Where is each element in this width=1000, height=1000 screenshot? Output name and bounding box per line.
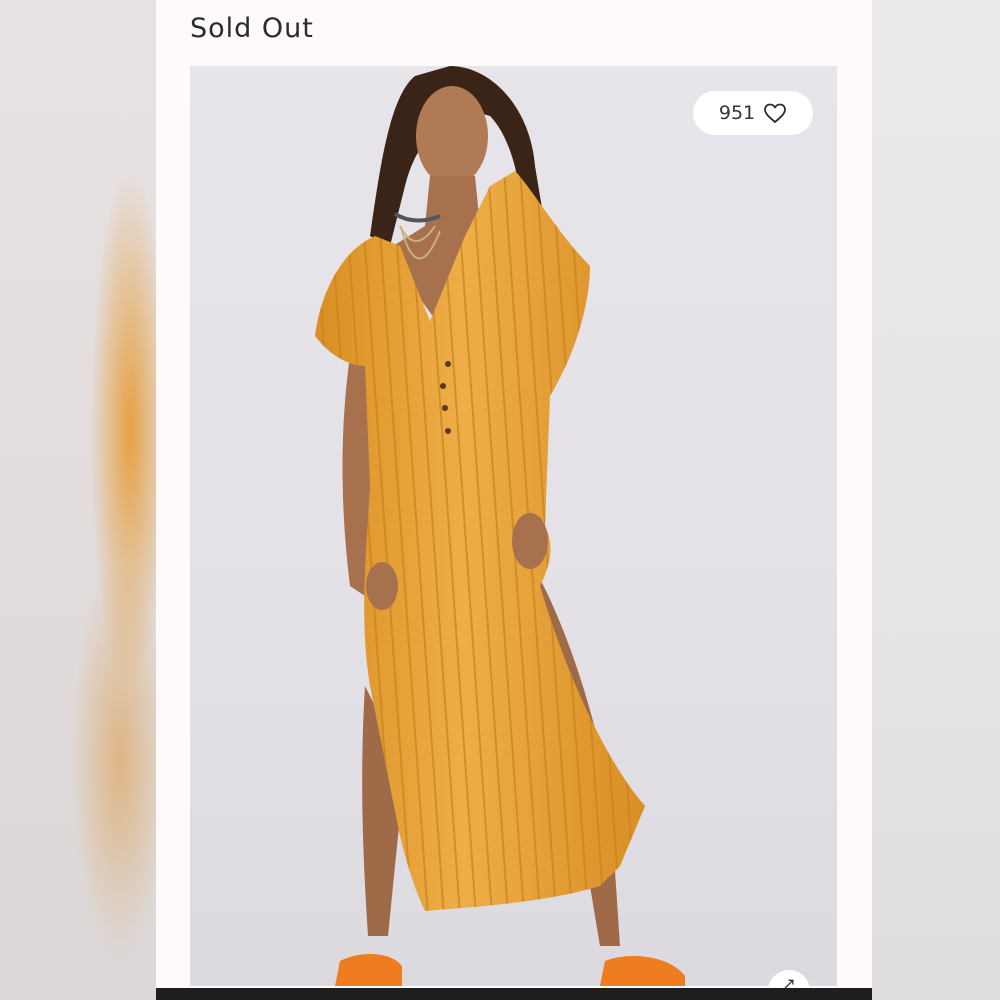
like-counter[interactable]: 951	[693, 91, 813, 135]
product-card: Sold Out 951 ↗	[156, 0, 872, 1000]
model-photo	[315, 66, 685, 986]
sandal-right	[600, 956, 685, 986]
bottom-bar	[156, 988, 872, 1000]
like-count: 951	[718, 102, 756, 124]
blurred-background-right	[870, 0, 1000, 1000]
blurred-background-left	[0, 0, 160, 1000]
sold-out-label: Sold Out	[190, 13, 314, 44]
sandal-left	[335, 954, 402, 986]
face	[416, 86, 488, 186]
heart-outline-icon	[764, 103, 787, 123]
product-image[interactable]: 951	[190, 66, 837, 986]
